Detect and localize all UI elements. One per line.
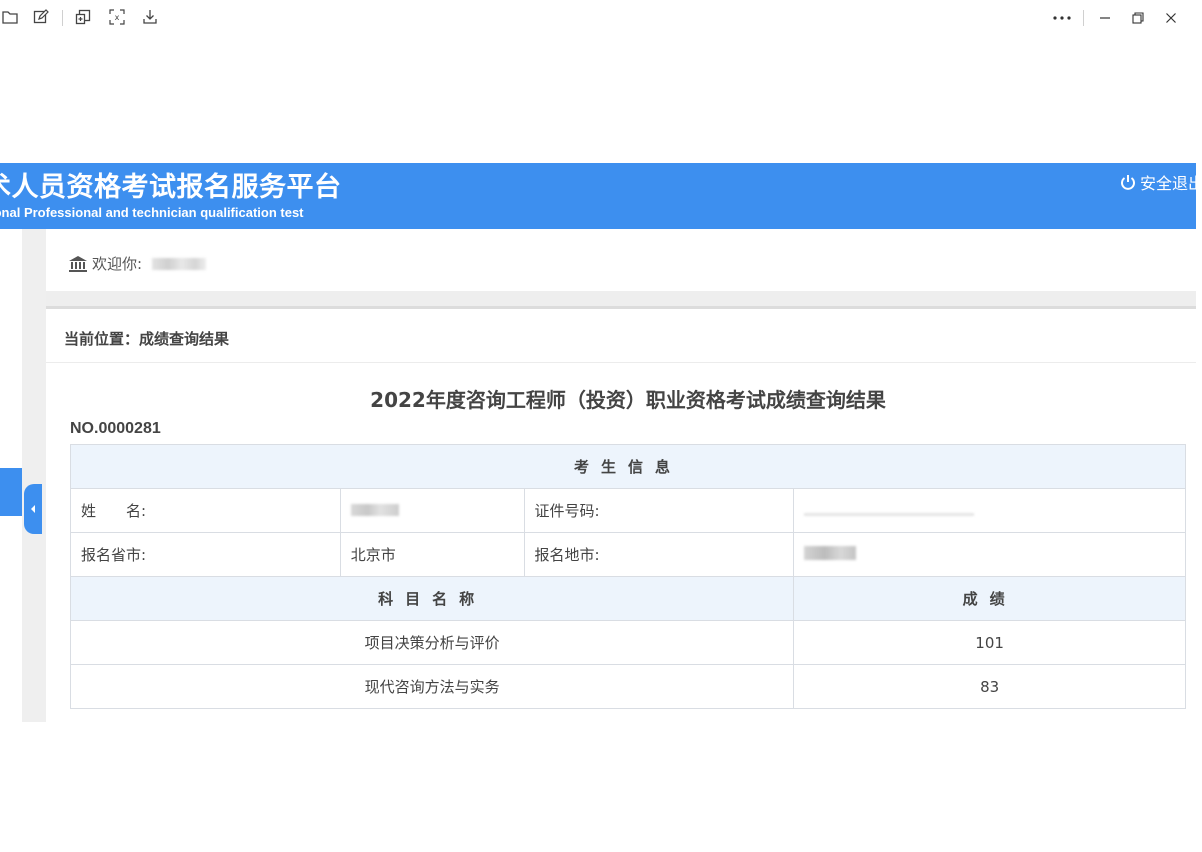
id-value [793, 488, 1186, 533]
breadcrumb: 当前位置：成绩查询结果 [46, 309, 1196, 363]
welcome-label: 欢迎你: [92, 255, 143, 273]
download-icon[interactable] [142, 9, 158, 25]
redacted-name [350, 503, 399, 516]
table-row: 现代咨询方法与实务 83 [69, 664, 1186, 709]
sidebar-tab[interactable] [0, 468, 22, 516]
redacted-username [152, 257, 207, 270]
site-header: 术人员资格考试报名服务平台 ional Professional and tec… [0, 163, 1196, 229]
formula-capture-icon[interactable]: x [109, 9, 125, 25]
subject-name: 现代咨询方法与实务 [69, 664, 795, 709]
toolbar-separator [62, 10, 63, 26]
result-table: 考生信息 姓 名: 证件号码: 报名省市: 北京市 报名地市: 科目名称 成绩 … [69, 444, 1186, 709]
subject-header: 科目名称 [69, 576, 795, 621]
name-label: 姓 名: [70, 488, 341, 533]
redacted-id [804, 512, 975, 516]
province-value: 北京市 [339, 532, 525, 577]
redacted-city [804, 545, 857, 560]
sidebar-rail [22, 229, 46, 722]
caret-left-icon [31, 505, 35, 513]
toolbar-separator [1083, 10, 1084, 26]
site-title: 术人员资格考试报名服务平台 [0, 172, 342, 203]
welcome-bar: 欢迎你: [46, 229, 1196, 291]
edit-icon[interactable] [33, 9, 49, 25]
city-label: 报名地市: [523, 532, 795, 577]
table-row: 科目名称 成绩 [69, 576, 1186, 621]
bank-icon [69, 255, 87, 272]
province-label: 报名省市: [70, 532, 341, 577]
city-value [793, 532, 1186, 577]
breadcrumb-text: 当前位置：成绩查询结果 [64, 330, 230, 348]
id-label: 证件号码: [523, 488, 795, 533]
site-subtitle: ional Professional and technician qualif… [0, 205, 304, 220]
subject-name: 项目决策分析与评价 [69, 620, 795, 665]
subject-score: 83 [793, 664, 1186, 709]
restore-icon[interactable] [1128, 8, 1148, 28]
score-header: 成绩 [793, 576, 1186, 621]
logout-label: 安全退出 [1140, 174, 1196, 193]
power-icon [1121, 175, 1135, 190]
subject-score: 101 [793, 620, 1186, 665]
table-row: 考生信息 [70, 444, 1186, 489]
table-row: 姓 名: 证件号码: [70, 488, 1186, 533]
folder-icon[interactable] [2, 9, 18, 25]
copy-add-icon[interactable] [75, 9, 91, 25]
svg-text:x: x [115, 13, 120, 22]
report-title: 2022年度咨询工程师（投资）职业资格考试成绩查询结果 [370, 388, 886, 412]
report-number: NO.0000281 [70, 420, 161, 437]
table-row: 报名省市: 北京市 报名地市: [70, 532, 1186, 577]
logout-button[interactable]: 安全退出 [1120, 170, 1196, 194]
table-row: 项目决策分析与评价 101 [69, 620, 1186, 665]
more-options-icon[interactable] [1052, 8, 1072, 28]
close-icon[interactable] [1161, 8, 1181, 28]
window-toolbar: x [0, 0, 1202, 36]
minimize-icon[interactable] [1095, 8, 1115, 28]
candidate-info-header: 考生信息 [70, 444, 1186, 489]
sidebar-collapse-button[interactable] [24, 484, 42, 534]
name-value [339, 488, 525, 533]
